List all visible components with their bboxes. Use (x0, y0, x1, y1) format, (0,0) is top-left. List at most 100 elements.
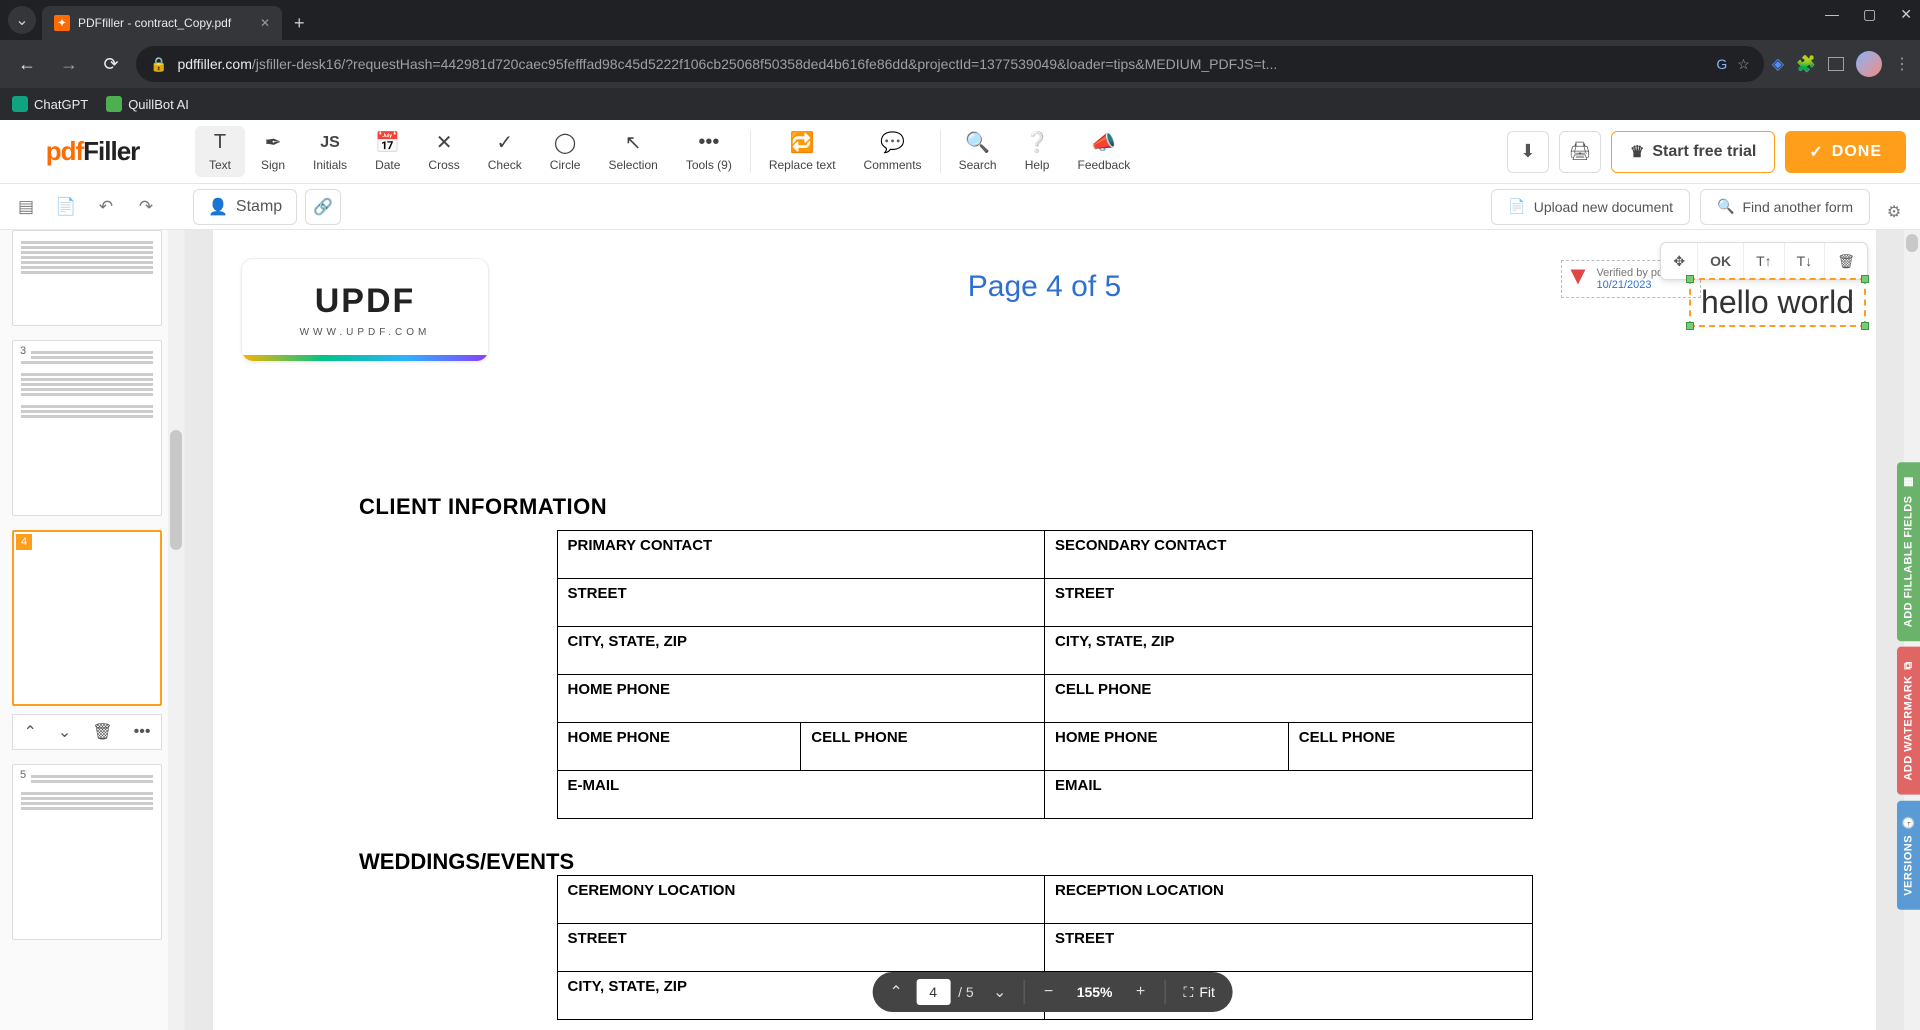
close-tab-icon[interactable]: ✕ (260, 16, 270, 30)
tool-search[interactable]: 🔍Search (945, 120, 1011, 183)
cell-cellphone-1[interactable]: CELL PHONE (1045, 675, 1533, 723)
tool-feedback[interactable]: 📣Feedback (1064, 120, 1145, 183)
maximize-icon[interactable]: ▢ (1863, 6, 1876, 23)
thumbnail-page-5[interactable]: 5 (12, 764, 162, 940)
address-bar[interactable]: 🔒 pdffiller.com/jsfiller-desk16/?request… (136, 46, 1764, 82)
tool-replace-text[interactable]: 🔁Replace text (755, 120, 850, 183)
tool-date[interactable]: 📅Date (361, 120, 414, 183)
more-page-icon[interactable]: ••• (134, 723, 151, 741)
profile-avatar[interactable] (1856, 51, 1882, 77)
zoom-out-button[interactable]: − (1031, 974, 1067, 1010)
thumbnail-scrollbar[interactable] (168, 230, 184, 1030)
cell-email-2[interactable]: EMAIL (1045, 771, 1533, 819)
extensions-icon[interactable]: 🧩 (1796, 54, 1816, 74)
cell-csz-1[interactable]: CITY, STATE, ZIP (557, 627, 1045, 675)
text-annotation-editing[interactable]: hello world (1689, 278, 1866, 327)
tool-sign[interactable]: ✒Sign (247, 120, 299, 183)
tool-comments[interactable]: 💬Comments (850, 120, 936, 183)
cell-street-2[interactable]: STREET (1045, 579, 1533, 627)
forward-button[interactable]: → (52, 47, 86, 81)
new-tab-button[interactable]: + (294, 13, 305, 34)
find-form-button[interactable]: 🔍Find another form (1700, 189, 1870, 225)
cell-primary-contact[interactable]: PRIMARY CONTACT (557, 531, 1045, 579)
download-icon: ⬇ (1520, 141, 1535, 162)
sidetab-watermark[interactable]: ADD WATERMARK ⧉ (1897, 647, 1920, 795)
tool-tools[interactable]: •••Tools (9) (672, 120, 746, 183)
prev-page-button[interactable]: ⌃ (878, 974, 914, 1010)
redo-button[interactable]: ↷ (128, 189, 164, 225)
cell-cellphone-b[interactable]: CELL PHONE (1288, 723, 1532, 771)
back-button[interactable]: ← (10, 47, 44, 81)
tool-initials[interactable]: JSInitials (299, 120, 361, 183)
fit-button[interactable]: ⛶Fit (1172, 984, 1227, 1001)
section-client-info: CLIENT INFORMATION (359, 494, 1848, 520)
thumbnail-page-3[interactable]: 3 (12, 340, 162, 516)
sidetab-fillable-fields[interactable]: ADD FILLABLE FIELDS ▦ (1897, 462, 1920, 641)
cell-cellphone-a[interactable]: CELL PHONE (801, 723, 1045, 771)
tab-list-button[interactable]: ⌄ (8, 6, 36, 34)
settings-button[interactable]: ⚙ (1878, 196, 1910, 228)
tool-selection[interactable]: ↖Selection (594, 120, 671, 183)
upload-icon: 📄 (1508, 198, 1525, 215)
cell-street-4[interactable]: STREET (1045, 924, 1533, 972)
stamp-icon: 👤 (208, 197, 228, 217)
cell-email-1[interactable]: E-MAIL (557, 771, 1045, 819)
move-down-icon[interactable]: ⌄ (58, 722, 71, 742)
link-button[interactable]: 🔗 (305, 189, 341, 225)
thumbnail-page-2[interactable] (12, 230, 162, 326)
pages-panel-button[interactable]: ▤ (8, 189, 44, 225)
bookmark-quillbot[interactable]: QuillBot AI (106, 96, 189, 112)
translate-icon[interactable]: G (1716, 56, 1727, 72)
more-icon: ••• (698, 132, 719, 154)
cell-ceremony[interactable]: CEREMONY LOCATION (557, 876, 1045, 924)
chatgpt-icon (12, 96, 28, 112)
extension-shield-icon[interactable]: ◈ (1772, 54, 1784, 74)
tool-check[interactable]: ✓Check (474, 120, 536, 183)
tool-text[interactable]: TText (195, 126, 245, 177)
page-number-input[interactable] (916, 979, 950, 1005)
pdffiller-logo[interactable]: pdfFiller (0, 136, 185, 167)
cell-homephone-b[interactable]: HOME PHONE (1045, 723, 1289, 771)
document-page[interactable]: UPDF WWW.UPDF.COM Page 4 of 5 Verified b… (213, 230, 1876, 1030)
done-button[interactable]: ✓DONE (1785, 131, 1906, 173)
cell-homephone-1[interactable]: HOME PHONE (557, 675, 1045, 723)
cell-reception[interactable]: RECEPTION LOCATION (1045, 876, 1533, 924)
font-decrease-icon[interactable]: T↓ (1785, 243, 1826, 279)
cell-csz-2[interactable]: CITY, STATE, ZIP (1045, 627, 1533, 675)
site-info-icon[interactable]: 🔒 (150, 56, 167, 73)
bookmark-chatgpt[interactable]: ChatGPT (12, 96, 88, 112)
sign-icon: ✒ (265, 132, 282, 154)
start-free-trial-button[interactable]: ♛Start free trial (1611, 131, 1775, 173)
reload-button[interactable]: ⟳ (94, 47, 128, 81)
cell-street-3[interactable]: STREET (557, 924, 1045, 972)
tool-help[interactable]: ❔Help (1011, 120, 1064, 183)
next-page-button[interactable]: ⌄ (982, 974, 1018, 1010)
zoom-in-button[interactable]: + (1123, 974, 1159, 1010)
cell-homephone-a[interactable]: HOME PHONE (557, 723, 801, 771)
tool-cross[interactable]: ✕Cross (414, 120, 473, 183)
print-button[interactable]: 🖨 (1559, 131, 1601, 173)
undo-button[interactable]: ↶ (88, 189, 124, 225)
bookmark-star-icon[interactable]: ☆ (1737, 56, 1750, 73)
stamp-button[interactable]: 👤Stamp (193, 189, 297, 225)
upload-document-button[interactable]: 📄Upload new document (1491, 189, 1690, 225)
font-increase-icon[interactable]: T↑ (1744, 243, 1785, 279)
download-button[interactable]: ⬇ (1507, 131, 1549, 173)
link-icon: 🔗 (313, 197, 333, 217)
sidetab-versions[interactable]: VERSIONS 🕘 (1897, 801, 1920, 910)
thumbnail-page-4-selected[interactable]: 4 (12, 530, 162, 706)
browser-tab[interactable]: ✦ PDFfiller - contract_Copy.pdf ✕ (42, 6, 282, 40)
close-window-icon[interactable]: ✕ (1900, 6, 1912, 23)
tool-circle[interactable]: ◯Circle (536, 120, 595, 183)
delete-text-icon[interactable]: 🗑 (1825, 243, 1867, 279)
move-handle-icon[interactable]: ✥ (1661, 243, 1698, 279)
minimize-icon[interactable]: ― (1825, 6, 1839, 23)
ok-button[interactable]: OK (1698, 243, 1744, 279)
move-up-icon[interactable]: ⌃ (24, 722, 37, 742)
sidepanel-icon[interactable] (1828, 57, 1844, 71)
delete-page-icon[interactable]: 🗑 (92, 722, 112, 742)
cell-secondary-contact[interactable]: SECONDARY CONTACT (1045, 531, 1533, 579)
page-options-button[interactable]: 📄 (48, 189, 84, 225)
cell-street-1[interactable]: STREET (557, 579, 1045, 627)
browser-menu-icon[interactable]: ⋮ (1894, 54, 1910, 74)
